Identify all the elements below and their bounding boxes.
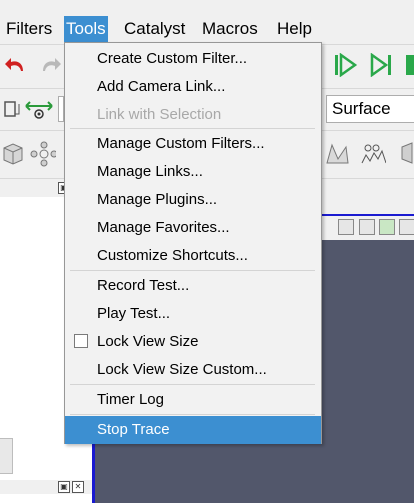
menu-item-add-camera-link[interactable]: Add Camera Link... (65, 73, 321, 101)
menu-item-label: Manage Custom Filters... (97, 135, 265, 152)
menu-item-lock-view-size-custom[interactable]: Lock View Size Custom... (65, 356, 321, 384)
last-frame-button[interactable] (369, 52, 395, 78)
last-frame-icon (370, 53, 391, 77)
interact-button[interactable] (24, 96, 54, 122)
menu-item-label: Manage Favorites... (97, 219, 230, 236)
close-icon[interactable]: ✕ (72, 481, 84, 493)
menu-item-label: Add Camera Link... (97, 78, 226, 95)
menu-item-manage-custom-filters[interactable]: Manage Custom Filters... (65, 130, 321, 158)
menu-item-label: Record Test... (97, 277, 190, 294)
filter-button[interactable] (30, 141, 56, 167)
menu-item-record-test[interactable]: Record Test... (65, 272, 321, 300)
extra-button[interactable] (400, 141, 414, 167)
menu-macros-label: Macros (202, 19, 258, 38)
menu-item-create-custom-filter[interactable]: Create Custom Filter... (65, 45, 321, 73)
lock-view-size-checkbox[interactable] (74, 334, 88, 348)
menu-item-stop-trace[interactable]: Stop Trace (65, 416, 321, 444)
menu-item-manage-plugins[interactable]: Manage Plugins... (65, 186, 321, 214)
reset-camera-icon (4, 101, 20, 117)
menu-tools[interactable]: Tools (64, 16, 108, 42)
menu-item-label: Link with Selection (97, 106, 222, 123)
loop-icon (406, 55, 414, 75)
loop-button[interactable] (404, 52, 414, 78)
cube-icon (3, 143, 23, 165)
representation-value: Surface (332, 99, 391, 118)
chart-icon (361, 144, 386, 164)
menu-item-timer-log[interactable]: Timer Log (65, 386, 321, 414)
plot-button[interactable] (324, 141, 350, 167)
play-button[interactable] (333, 52, 359, 78)
play-icon (335, 53, 358, 77)
menu-catalyst-label: Catalyst (124, 19, 186, 38)
plot-icon (326, 143, 349, 164)
menu-item-link-with-selection: Link with Selection (65, 101, 321, 129)
representation-select[interactable]: Surface (326, 95, 414, 123)
menu-catalyst[interactable]: Catalyst (122, 16, 187, 42)
menu-item-label: Timer Log (97, 391, 164, 408)
redo-icon (43, 58, 61, 71)
menu-item-label: Manage Plugins... (97, 191, 218, 208)
menu-separator (70, 414, 315, 415)
menu-tools-label: Tools (66, 19, 106, 38)
menu-help-label: Help (277, 19, 312, 38)
menu-item-label: Manage Links... (97, 163, 203, 180)
chart-button[interactable] (360, 141, 386, 167)
menu-item-label: Lock View Size Custom... (97, 361, 267, 378)
extra-icon (401, 142, 413, 164)
menu-filters-label: Filters (6, 19, 53, 38)
menu-item-label: Lock View Size (97, 333, 199, 350)
redo-button[interactable] (38, 52, 64, 78)
menu-separator (70, 128, 315, 129)
tools-menu: Create Custom Filter... Add Camera Link.… (64, 42, 322, 444)
menu-item-label: Create Custom Filter... (97, 50, 248, 67)
filter-icon (30, 141, 56, 167)
menu-help[interactable]: Help (275, 16, 314, 42)
menu-item-play-test[interactable]: Play Test... (65, 300, 321, 328)
menu-item-label: Stop Trace (97, 421, 170, 438)
float-icon[interactable]: ▣ (58, 481, 70, 493)
menu-item-customize-shortcuts[interactable]: Customize Shortcuts... (65, 242, 321, 270)
menu-item-lock-view-size[interactable]: Lock View Size (65, 328, 321, 356)
panel-tab[interactable] (0, 438, 13, 474)
menu-macros[interactable]: Macros (200, 16, 260, 42)
menu-separator (70, 384, 315, 385)
reset-camera-button[interactable] (0, 96, 26, 122)
menu-item-manage-favorites[interactable]: Manage Favorites... (65, 214, 321, 242)
menu-item-label: Play Test... (97, 305, 171, 322)
cube-button[interactable] (0, 141, 26, 167)
panel-header: ▣ ✕ (0, 480, 92, 494)
undo-icon (5, 58, 23, 71)
menu-item-label: Customize Shortcuts... (97, 247, 248, 264)
menu-separator (70, 270, 315, 271)
menu-item-manage-links[interactable]: Manage Links... (65, 158, 321, 186)
undo-button[interactable] (2, 52, 28, 78)
menu-filters[interactable]: Filters (4, 16, 54, 42)
menubar: Filters Tools Catalyst Macros Help (0, 16, 414, 42)
interact-icon (25, 101, 53, 119)
